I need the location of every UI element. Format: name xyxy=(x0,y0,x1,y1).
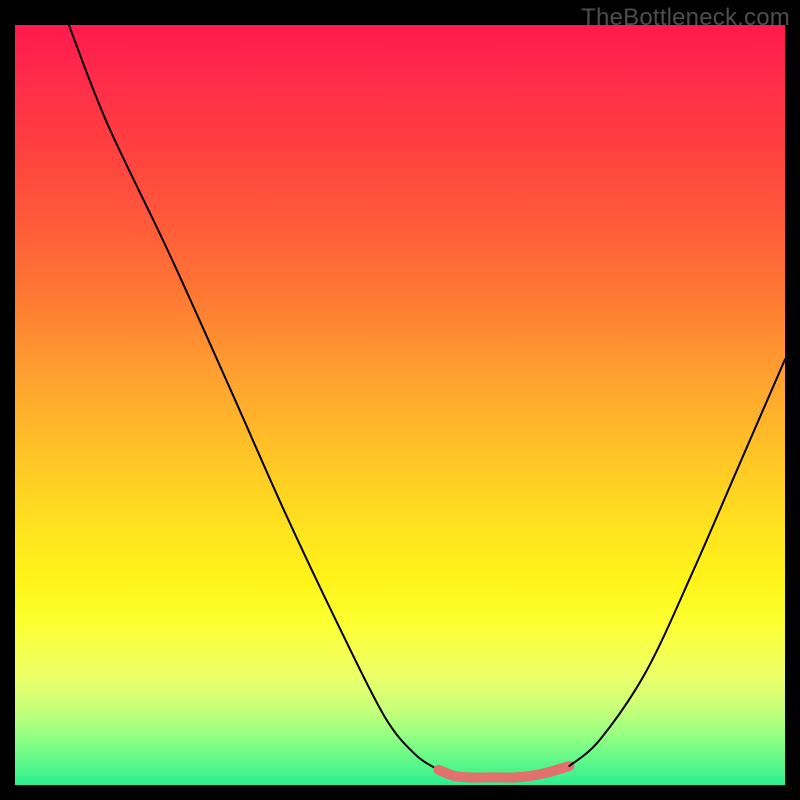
curve-group xyxy=(69,25,785,778)
watermark-text: TheBottleneck.com xyxy=(581,4,790,32)
chart-curves-svg xyxy=(15,25,785,785)
series-valley-floor xyxy=(439,766,570,778)
chart-stage: TheBottleneck.com xyxy=(0,0,800,800)
series-right-branch xyxy=(569,359,785,766)
series-left-branch xyxy=(69,25,439,770)
